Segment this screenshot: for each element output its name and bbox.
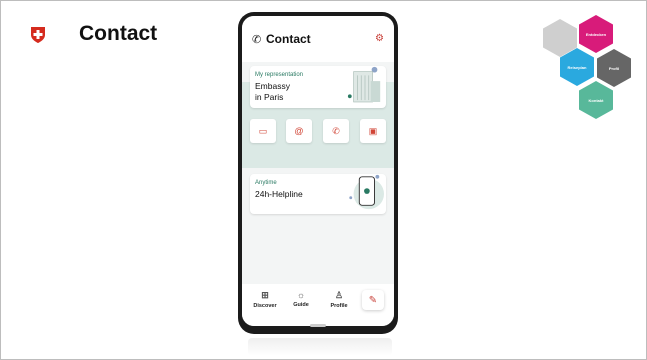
app-header: ✆ Contact ⚙ (242, 16, 394, 62)
representation-name-line1: Embassy (255, 81, 290, 91)
nav-profile[interactable]: ♙ Profile (324, 290, 354, 309)
helpline-label: Anytime (255, 180, 277, 186)
slide-title: Contact (79, 22, 158, 45)
email-button[interactable]: @ (286, 119, 312, 143)
chat-fab[interactable]: ✎ (362, 290, 384, 310)
chat-button[interactable]: ▭ (250, 119, 276, 143)
chat-bubble-icon: ✎ (368, 294, 378, 306)
nav-guide[interactable]: ☼ Guide (286, 290, 316, 308)
app-screen: ✆ Contact ⚙ My representation Embassy in… (242, 16, 394, 326)
swiss-crest-icon (31, 27, 45, 43)
lightbulb-icon: ☼ (296, 290, 306, 300)
gear-icon[interactable]: ⚙ (375, 33, 384, 44)
person-icon: ♙ (334, 290, 344, 300)
smartphone-illustration (349, 174, 384, 210)
embassy-building-illustration (347, 66, 381, 103)
bottom-nav: ⊞ Discover ☼ Guide ♙ Profile ✎ (242, 284, 394, 326)
app-header-title: Contact (266, 32, 311, 46)
helpline-title: 24h-Helpline (255, 189, 303, 199)
representation-card[interactable]: My representation Embassy in Paris (250, 66, 386, 108)
nav-discover[interactable]: ⊞ Discover (250, 290, 280, 309)
representation-label: My representation (255, 72, 304, 78)
home-indicator[interactable] (310, 324, 326, 327)
map-icon: ⊞ (261, 290, 269, 300)
phone-reflection (248, 338, 392, 356)
phone-mockup: ✆ Contact ⚙ My representation Embassy in… (238, 12, 398, 334)
phone-button[interactable]: ✆ (323, 119, 349, 143)
calendar-button[interactable]: ▣ (360, 119, 386, 143)
nav-discover-label: Discover (253, 303, 277, 309)
helpline-card[interactable]: Anytime 24h-Helpline (250, 174, 386, 214)
representation-name-line2: in Paris (255, 92, 284, 102)
phone-handset-icon[interactable]: ✆ (252, 33, 261, 46)
nav-profile-label: Profile (330, 303, 348, 309)
nav-guide-label: Guide (293, 302, 309, 308)
